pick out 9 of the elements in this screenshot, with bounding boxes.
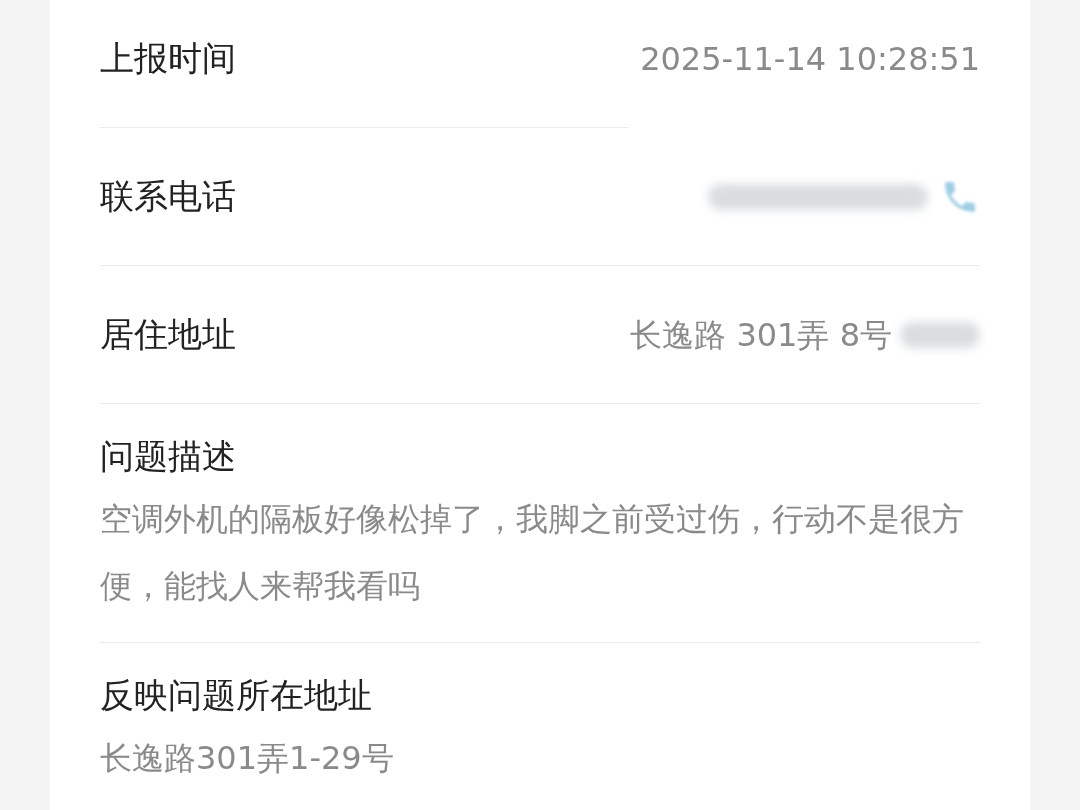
field-value: 长逸路 301弄 8号 <box>630 314 892 356</box>
field-value: 2025-11-14 10:28:51 <box>640 38 980 80</box>
field-label: 上报时间 <box>100 37 236 80</box>
field-value: 长逸路301弄1-29号 <box>100 738 395 779</box>
field-label: 联系电话 <box>100 175 236 218</box>
field-value: 空调外机的隔板好像松掉了，我脚之前受过伤，行动不是很方便，能找人来帮我看吗 <box>100 499 965 607</box>
field-label: 居住地址 <box>100 313 236 356</box>
field-label: 问题描述 <box>100 435 237 478</box>
field-label: 反映问题所在地址 <box>100 674 373 717</box>
